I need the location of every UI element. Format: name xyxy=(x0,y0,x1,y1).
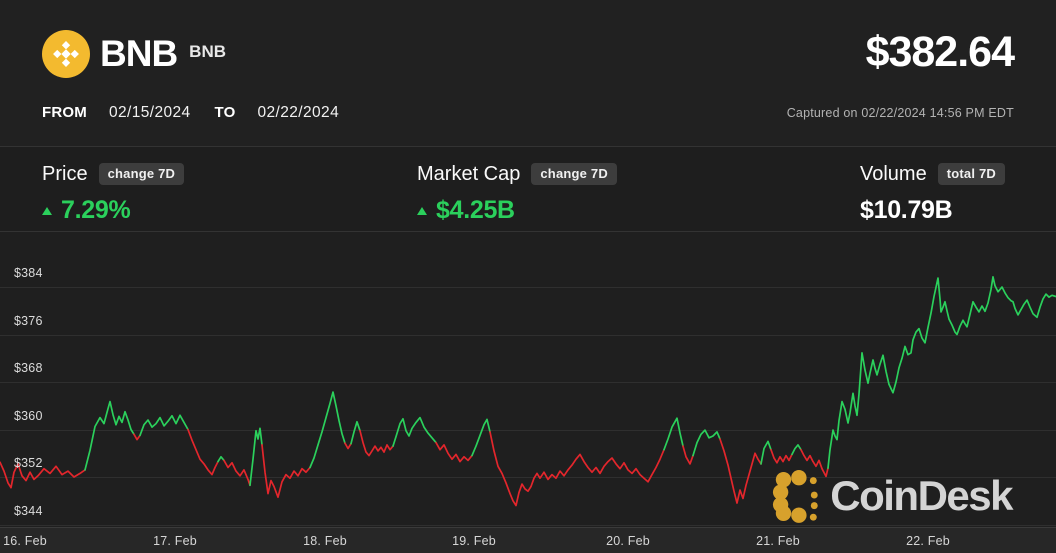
price-line-segment xyxy=(761,441,771,464)
y-axis-label: $352 xyxy=(14,456,43,470)
stat-title: Market Cap xyxy=(417,163,520,186)
price-line-segment xyxy=(792,445,801,455)
from-label: FROM xyxy=(42,104,87,121)
x-axis-label: 19. Feb xyxy=(452,534,496,548)
price-line-segment xyxy=(134,434,140,439)
price-line-segment xyxy=(393,418,436,447)
stat-badge: total 7D xyxy=(938,163,1005,185)
up-triangle-icon xyxy=(42,207,52,215)
captured-timestamp: Captured on 02/22/2024 14:56 PM EDT xyxy=(787,106,1014,120)
current-price: $382.64 xyxy=(866,28,1014,77)
header: BNB BNB $382.64 FROM 02/15/2024 TO 02/22… xyxy=(0,0,1056,146)
price-line-segment xyxy=(351,422,360,444)
price-line-segment xyxy=(85,402,134,470)
stat-value: 7.29% xyxy=(42,196,417,225)
y-axis-label: $376 xyxy=(14,314,43,328)
up-triangle-icon xyxy=(417,207,427,215)
price-line-segment xyxy=(140,415,188,435)
stat-market-cap: Market Cap change 7D $4.25B xyxy=(417,160,860,225)
stat-title: Volume xyxy=(860,163,927,186)
bnb-logo-icon xyxy=(42,30,90,78)
stat-value: $4.25B xyxy=(417,196,860,225)
price-line-segment xyxy=(262,445,310,497)
price-line-segment xyxy=(720,439,761,503)
x-axis: 16. Feb 17. Feb 18. Feb 19. Feb 20. Feb 21. F… xyxy=(0,527,1056,553)
price-line-segment xyxy=(310,392,345,467)
stat-title: Price xyxy=(42,163,88,186)
price-line-segment xyxy=(224,460,250,485)
stat-price: Price change 7D 7.29% xyxy=(42,160,417,225)
y-axis-label: $368 xyxy=(14,361,43,375)
x-axis-label: 21. Feb xyxy=(756,534,800,548)
price-line-segment xyxy=(828,277,1056,468)
price-line-segment xyxy=(436,443,472,462)
y-axis-label: $384 xyxy=(14,266,43,280)
price-line-segment xyxy=(490,432,664,506)
x-axis-label: 20. Feb xyxy=(606,534,650,548)
coindesk-logo-mark-icon xyxy=(771,469,821,523)
price-line-segment xyxy=(472,419,490,455)
coindesk-price-card: BNB BNB $382.64 FROM 02/15/2024 TO 02/22… xyxy=(0,0,1056,553)
to-label: TO xyxy=(215,104,236,121)
date-range: FROM 02/15/2024 TO 02/22/2024 Captured o… xyxy=(42,104,1014,122)
stat-badge: change 7D xyxy=(531,163,617,185)
price-line-segment xyxy=(188,430,218,475)
stats-row: Price change 7D 7.29% Market Cap change … xyxy=(0,146,1056,232)
x-axis-label: 18. Feb xyxy=(303,534,347,548)
price-line-segment xyxy=(345,443,351,448)
price-line-segment xyxy=(664,418,683,450)
price-line-segment xyxy=(683,446,693,464)
from-date: 02/15/2024 xyxy=(109,104,191,122)
y-axis-label: $344 xyxy=(14,504,43,518)
price-line-segment xyxy=(250,428,262,485)
price-line-segment xyxy=(771,450,792,463)
x-axis-label: 16. Feb xyxy=(3,534,47,548)
coin-name: BNB xyxy=(100,33,177,75)
y-axis-label: $360 xyxy=(14,409,43,423)
price-line-segment xyxy=(218,457,224,462)
stat-value: $10.79B xyxy=(860,196,1005,225)
stat-volume: Volume total 7D $10.79B xyxy=(860,160,1005,225)
x-axis-label: 17. Feb xyxy=(153,534,197,548)
coin-identity: BNB BNB xyxy=(42,30,226,78)
price-line-segment xyxy=(693,430,720,456)
coindesk-watermark: CoinDesk xyxy=(771,469,1012,523)
coin-ticker: BNB xyxy=(189,42,226,62)
price-chart: CoinDesk $384 $376 $368 $360 $352 $344 xyxy=(0,232,1056,527)
to-date: 02/22/2024 xyxy=(258,104,340,122)
stat-badge: change 7D xyxy=(99,163,185,185)
coindesk-wordmark: CoinDesk xyxy=(830,472,1012,520)
price-line-segment xyxy=(360,431,393,456)
x-axis-label: 22. Feb xyxy=(906,534,950,548)
